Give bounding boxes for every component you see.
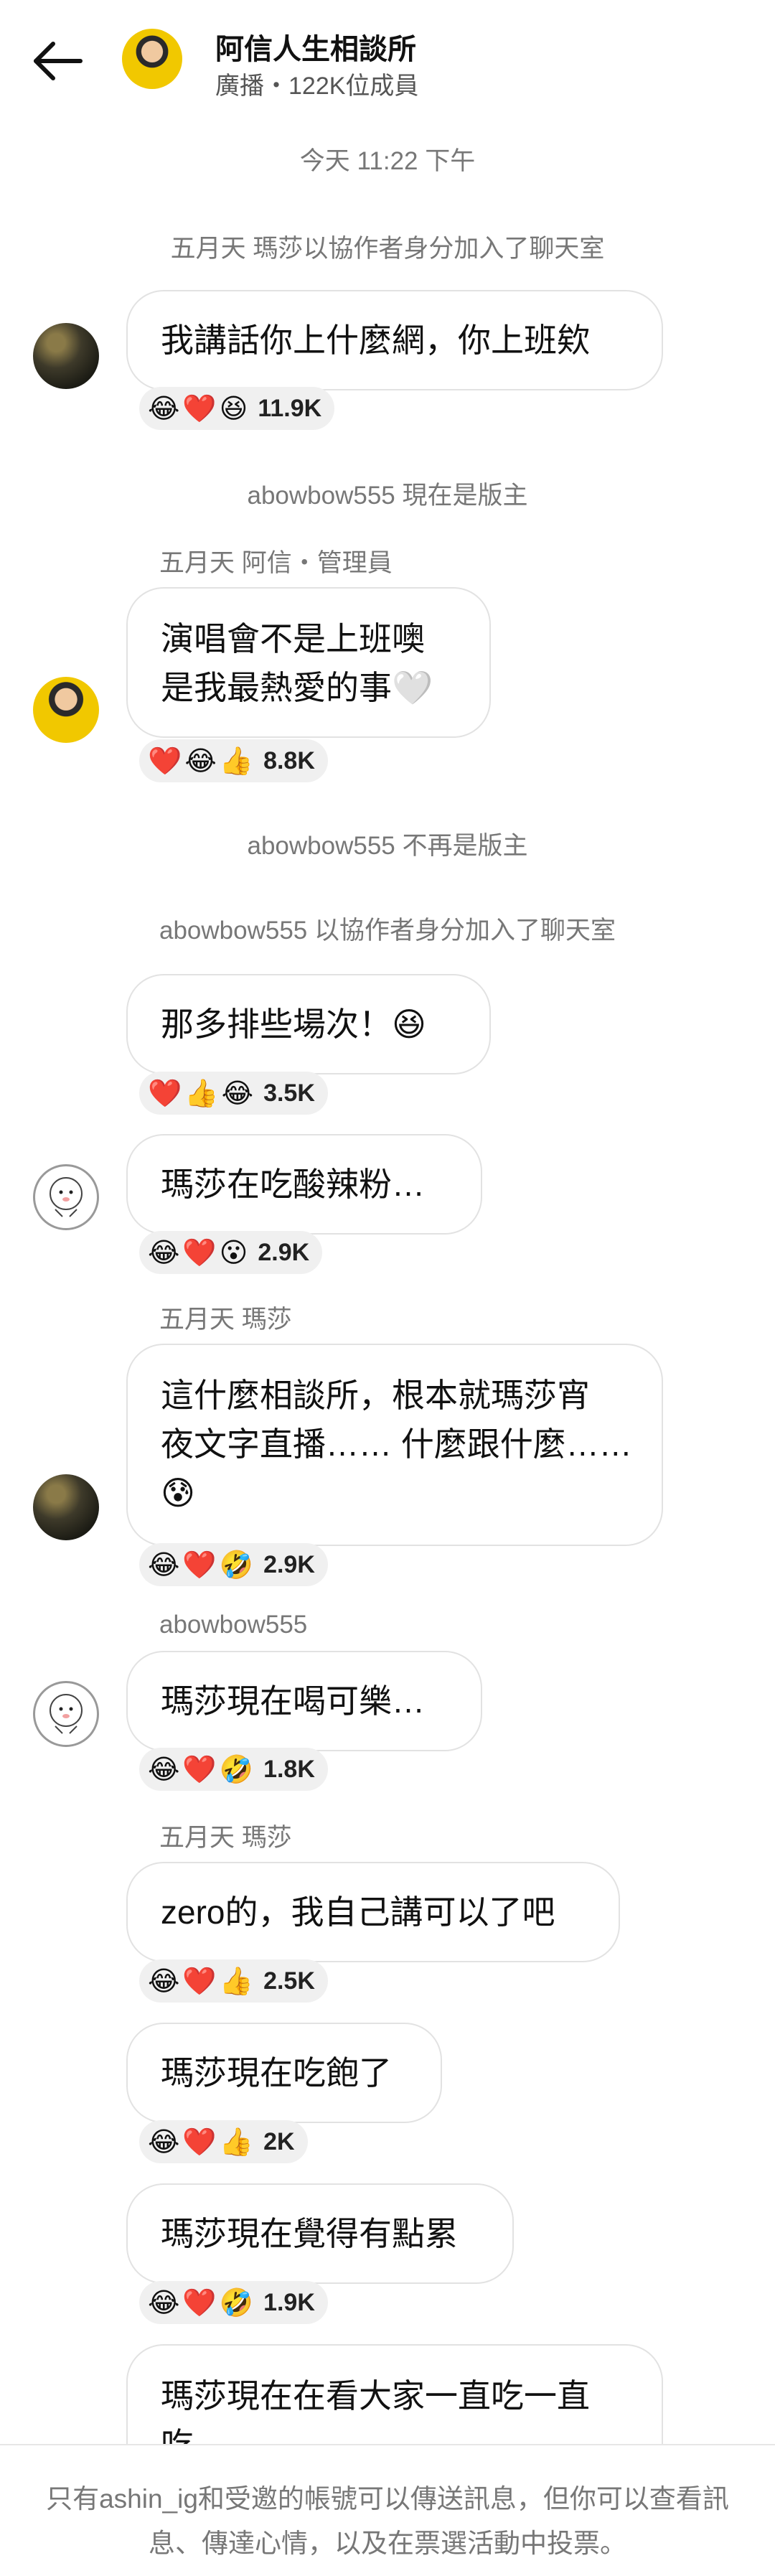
reaction-emoji: 🤣 <box>219 1753 254 1785</box>
reaction-count: 2.9K <box>258 1238 310 1266</box>
message-text: 那多排些場次！😆 <box>161 1006 426 1043</box>
avatar[interactable] <box>33 1681 99 1747</box>
message-bubble[interactable]: 那多排些場次！😆 <box>126 974 491 1074</box>
message-text: 瑪莎現在吃飽了 <box>161 2054 392 2092</box>
reaction-count: 2.5K <box>263 1967 315 1995</box>
avatar[interactable] <box>33 677 99 743</box>
reaction-emoji: ❤️ <box>182 2287 217 2318</box>
channel-title[interactable]: 阿信人生相談所 <box>215 26 416 67</box>
sender-name: abowbow555 <box>159 1611 308 1639</box>
reaction-emoji: 🤣 <box>219 1549 254 1580</box>
message-bubble[interactable]: 這什麼相談所，根本就瑪莎宵 夜文字直播…… 什麼跟什麼…… 😰 <box>126 1344 663 1546</box>
message-bubble[interactable]: 演唱會不是上班噢 是我最熱愛的事🤍 <box>126 587 491 738</box>
reaction-emoji: ❤️ <box>182 2126 217 2158</box>
reaction-emoji: 😂 <box>148 1237 180 1268</box>
reaction-count: 2K <box>263 2127 295 2155</box>
reaction-emoji: ❤️ <box>148 745 182 777</box>
message-text: 瑪莎在吃酸辣粉… <box>161 1166 425 1203</box>
message-bubble[interactable]: zero的，我自己講可以了吧 <box>126 1862 620 1962</box>
reaction-bar[interactable]: 😂 ❤️ 🤣 2.9K <box>139 1543 328 1586</box>
reaction-bar[interactable]: 😂 ❤️ 👍 2K <box>139 2120 308 2163</box>
reaction-count: 1.8K <box>263 1755 315 1783</box>
system-message: abowbow555 以協作者身分加入了聊天室 <box>159 917 616 945</box>
reaction-count: 1.9K <box>263 2288 315 2316</box>
sender-name: 五月天 瑪莎 <box>159 1824 292 1852</box>
channel-avatar[interactable] <box>122 29 182 89</box>
reaction-bar[interactable]: ❤️ 😂 👍 8.8K <box>139 739 328 782</box>
avatar[interactable] <box>33 1474 99 1540</box>
sender-name: 五月天 瑪莎 <box>159 1306 292 1334</box>
timestamp: 今天 11:22 下午 <box>299 147 476 175</box>
avatar[interactable] <box>33 323 99 389</box>
reaction-emoji: 👍 <box>219 745 254 777</box>
reaction-emoji: 👍 <box>219 1965 254 1997</box>
reaction-bar[interactable]: ❤️ 👍 😂 3.5K <box>139 1072 328 1115</box>
reaction-count: 11.9K <box>258 394 322 422</box>
message-text: 這什麼相談所，根本就瑪莎宵 <box>161 1377 590 1414</box>
channel-subtitle: 廣播・122K位成員 <box>215 72 419 100</box>
message-text: 瑪莎現在在看大家一直吃一直 <box>161 2377 590 2415</box>
message-text: 瑪莎現在覺得有點累 <box>161 2215 458 2252</box>
back-arrow-icon[interactable] <box>29 36 86 86</box>
message-text: 我講話你上什麼網，你上班欸 <box>161 322 590 359</box>
message-text: 演唱會不是上班噢 <box>161 620 425 657</box>
reaction-emoji: 🤣 <box>219 2287 254 2318</box>
reaction-emoji: 😂 <box>148 1549 180 1580</box>
reaction-emoji: 👍 <box>219 2126 254 2158</box>
broadcast-notice: 只有ashin_ig和受邀的帳號可以傳送訊息，但你可以查看訊 息、傳達心情，以及… <box>0 2444 775 2576</box>
reaction-emoji: 😂 <box>148 1753 180 1785</box>
reaction-bar[interactable]: 😂 ❤️ 🤣 1.8K <box>139 1748 328 1791</box>
reaction-emoji: ❤️ <box>182 1753 217 1785</box>
reaction-count: 2.9K <box>263 1550 315 1578</box>
reaction-emoji: 😮 <box>219 1237 248 1268</box>
reaction-emoji: ❤️ <box>182 393 217 424</box>
reaction-emoji: ❤️ <box>148 1077 182 1109</box>
message-text: 是我最熱愛的事🤍 <box>161 669 433 706</box>
system-message: abowbow555 現在是版主 <box>247 482 528 510</box>
reaction-emoji: 😂 <box>148 1965 180 1997</box>
reaction-bar[interactable]: 😂 ❤️ 🤣 1.9K <box>139 2281 328 2324</box>
reaction-emoji: 😂 <box>148 2287 180 2318</box>
message-bubble[interactable]: 瑪莎現在覺得有點累 <box>126 2183 514 2284</box>
message-bubble[interactable]: 瑪莎在吃酸辣粉… <box>126 1134 482 1235</box>
message-text: 夜文字直播…… 什麼跟什麼…… <box>161 1425 632 1463</box>
reaction-emoji: 😂 <box>148 2126 180 2158</box>
reaction-emoji: 😂 <box>221 1077 254 1109</box>
message-bubble[interactable]: 瑪莎現在吃飽了 <box>126 2023 442 2123</box>
system-message: 五月天 瑪莎以協作者身分加入了聊天室 <box>170 235 605 263</box>
reaction-count: 8.8K <box>263 746 315 774</box>
reaction-bar[interactable]: 😂 ❤️ 😮 2.9K <box>139 1231 323 1274</box>
sender-name: 五月天 阿信・管理員 <box>159 549 393 577</box>
system-message: abowbow555 不再是版主 <box>247 832 528 860</box>
chat-header: 阿信人生相談所 廣播・122K位成員 <box>0 0 775 122</box>
message-text: 😰 <box>161 1474 195 1512</box>
reaction-emoji: ❤️ <box>182 1549 217 1580</box>
reaction-emoji: ❤️ <box>182 1237 217 1268</box>
reaction-emoji: 😂 <box>148 393 180 424</box>
message-text: zero的，我自己講可以了吧 <box>161 1893 555 1931</box>
notice-line: 只有ashin_ig和受邀的帳號可以傳送訊息，但你可以查看訊 <box>46 2484 729 2514</box>
avatar[interactable] <box>33 1164 99 1230</box>
reaction-emoji: 👍 <box>184 1077 219 1109</box>
notice-line: 息、傳達心情，以及在票選活動中投票。 <box>149 2529 626 2558</box>
message-text: 瑪莎現在喝可樂… <box>161 1682 425 1720</box>
reaction-emoji: 😂 <box>184 745 217 777</box>
reaction-bar[interactable]: 😂 ❤️ 👍 2.5K <box>139 1959 328 2003</box>
reaction-count: 3.5K <box>263 1079 315 1107</box>
reaction-emoji: 😆 <box>219 393 248 424</box>
reaction-emoji: ❤️ <box>182 1965 217 1997</box>
message-bubble[interactable]: 我講話你上什麼網，你上班欸 <box>126 290 663 390</box>
reaction-bar[interactable]: 😂 ❤️ 😆 11.9K <box>139 387 335 430</box>
message-bubble[interactable]: 瑪莎現在喝可樂… <box>126 1651 482 1751</box>
